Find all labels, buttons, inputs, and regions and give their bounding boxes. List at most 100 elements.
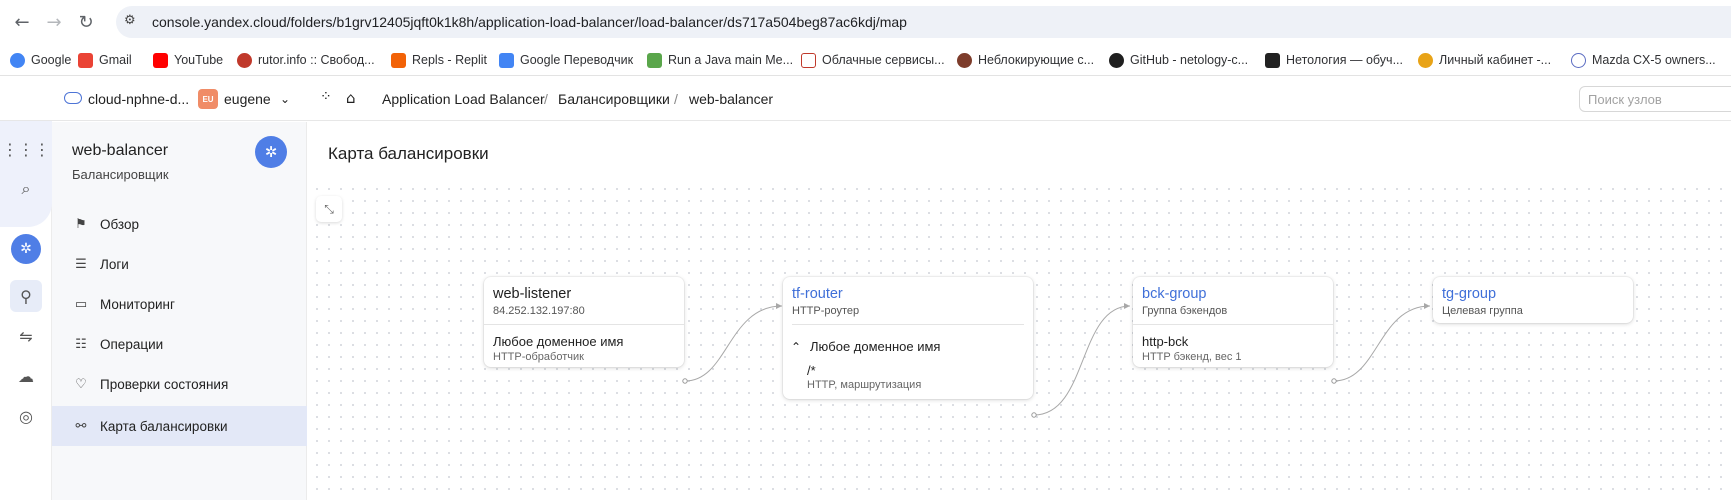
- sidebar-item-healthchecks[interactable]: ♡ Проверки состояния: [52, 366, 307, 402]
- bookmark[interactable]: Личный кабинет -...: [1418, 52, 1551, 68]
- port-dot: [1331, 378, 1337, 384]
- node-search-input[interactable]: [1580, 87, 1731, 111]
- breadcrumb-separator: /: [674, 91, 678, 107]
- arrow-head: [776, 303, 782, 309]
- gmail-icon: [78, 52, 93, 68]
- cloud-icon: [64, 92, 82, 104]
- cloud-group-icon[interactable]: ☁: [10, 360, 42, 392]
- main-content: Карта балансировки ⤡ web-listener 84.252…: [308, 122, 1731, 500]
- routes-icon[interactable]: ⇋: [10, 320, 42, 352]
- node-subtitle: Группа бэкендов: [1142, 305, 1228, 317]
- cloud-services-icon: [801, 52, 816, 68]
- route-path: /*: [807, 363, 816, 378]
- sidebar-item-operations[interactable]: ☷ Операции: [52, 326, 307, 362]
- bookmark[interactable]: Run a Java main Me...: [647, 52, 793, 68]
- sidebar-item-balancing-map[interactable]: ⚯ Карта балансировки: [52, 406, 307, 446]
- breadcrumb-service[interactable]: Application Load Balancer: [382, 91, 545, 107]
- backend-group-link[interactable]: bck-group: [1142, 286, 1206, 302]
- node-subtitle: 84.252.132.197:80: [493, 305, 585, 317]
- logs-icon: ☰: [75, 256, 87, 272]
- flag-icon: ⚑: [75, 216, 87, 232]
- backend-group-node[interactable]: bck-group Группа бэкендов http-bck HTTP …: [1133, 277, 1333, 367]
- topology-icon[interactable]: ⚲: [10, 280, 42, 312]
- router-node[interactable]: tf-router HTTP-роутер ⌃ Любое доменное и…: [783, 277, 1033, 399]
- url-text[interactable]: console.yandex.cloud/folders/b1grv12405j…: [152, 14, 907, 30]
- heartbeat-icon: ♡: [75, 376, 87, 392]
- app-header: cloud-nphne-d... EU eugene ⌄ ⁘ ⌂ Applica…: [0, 77, 1731, 121]
- node-title: web-listener: [493, 286, 572, 302]
- map-icon: ⚯: [75, 418, 87, 434]
- bookmark[interactable]: Repls - Replit: [391, 52, 487, 68]
- backend-title: http-bck: [1142, 334, 1189, 349]
- chevron-up-icon[interactable]: ⌃: [791, 340, 801, 354]
- browser-toolbar: ← → ↻ ⚙ console.yandex.cloud/folders/b1g…: [0, 0, 1731, 44]
- sidebar-item-logs[interactable]: ☰ Логи: [52, 246, 307, 282]
- route-type: HTTP, маршрутизация: [807, 379, 922, 391]
- forward-icon[interactable]: →: [42, 10, 66, 34]
- target-group-link[interactable]: tg-group: [1442, 286, 1496, 302]
- search-icon[interactable]: ⌕: [10, 173, 42, 205]
- nodes-icon[interactable]: ⁘: [320, 89, 332, 105]
- services-grid-icon[interactable]: ⋮⋮⋮: [2, 133, 50, 165]
- router-link[interactable]: tf-router: [792, 286, 843, 302]
- backend-weight: HTTP бэкенд, вес 1: [1142, 351, 1242, 363]
- breadcrumb-current: web-balancer: [689, 91, 774, 107]
- site-info-icon[interactable]: ⚙: [124, 13, 142, 31]
- bookmark[interactable]: YouTube: [153, 52, 223, 68]
- port-dot: [682, 378, 688, 384]
- sidebar-item-monitoring[interactable]: ▭ Мониторинг: [52, 286, 307, 322]
- virtual-host-title[interactable]: Любое доменное имя: [810, 339, 940, 354]
- listener-handler-title: Любое доменное имя: [493, 334, 624, 349]
- alb-service-icon: ✲: [255, 136, 287, 168]
- port-dot: [1031, 412, 1037, 418]
- node-subtitle: HTTP-роутер: [792, 305, 860, 317]
- back-icon[interactable]: ←: [10, 10, 34, 34]
- divider: [792, 324, 1024, 325]
- java-icon: [647, 52, 662, 68]
- translate-icon: [499, 52, 514, 68]
- divider: [1133, 324, 1333, 325]
- sidebar: web-balancer Балансировщик ✲ ⚑ Обзор ☰ Лог…: [52, 122, 307, 500]
- cloud-selector[interactable]: cloud-nphne-d...: [88, 91, 189, 107]
- target-group-node[interactable]: tg-group Целевая группа: [1433, 277, 1633, 323]
- coffee-icon: [957, 52, 972, 68]
- bookmark[interactable]: Нетология — обуч...: [1265, 52, 1403, 68]
- node-subtitle: Целевая группа: [1442, 305, 1523, 317]
- breadcrumb-separator: /: [544, 91, 548, 107]
- edge-listener-router: [684, 305, 783, 382]
- breadcrumb-list[interactable]: Балансировщики: [558, 91, 670, 107]
- monitoring-icon: ▭: [74, 296, 88, 312]
- arrow-head: [1124, 303, 1130, 309]
- left-rail: ⋮⋮⋮ ⌕ ✲ ⚲ ⇋ ☁ ◎: [0, 77, 52, 500]
- alb-icon[interactable]: ✲: [10, 233, 42, 265]
- balancing-map-canvas[interactable]: ⤡ web-listener 84.252.132.197:80 Любое д…: [308, 180, 1731, 500]
- node-search[interactable]: [1579, 86, 1731, 112]
- sidebar-item-overview[interactable]: ⚑ Обзор: [52, 206, 307, 242]
- bookmark[interactable]: Google: [10, 52, 71, 68]
- address-bar[interactable]: ⚙ console.yandex.cloud/folders/b1grv1240…: [116, 6, 1731, 38]
- bookmark[interactable]: Облачные сервисы...: [801, 52, 945, 68]
- bookmark[interactable]: Неблокирующие с...: [957, 52, 1094, 68]
- bookmark[interactable]: Mazda CX-5 owners...: [1571, 52, 1716, 68]
- chevron-down-icon[interactable]: ⌄: [280, 92, 290, 106]
- home-icon[interactable]: ⌂: [346, 89, 356, 107]
- bookmark[interactable]: Gmail: [78, 52, 132, 68]
- google-icon: [10, 52, 25, 68]
- cabinet-icon: [1418, 52, 1433, 68]
- page-title: Карта балансировки: [328, 144, 489, 163]
- youtube-icon: [153, 52, 168, 68]
- target-icon[interactable]: ◎: [10, 400, 42, 432]
- bookmark[interactable]: GitHub - netology-c...: [1109, 52, 1248, 68]
- bookmarks-bar: Google Gmail YouTube rutor.info :: Свобо…: [0, 44, 1731, 76]
- bookmark[interactable]: Google Переводчик: [499, 52, 633, 68]
- bookmark[interactable]: rutor.info :: Свобод...: [237, 52, 375, 68]
- github-icon: [1109, 52, 1124, 68]
- arrow-head: [1424, 303, 1430, 309]
- listener-node[interactable]: web-listener 84.252.132.197:80 Любое дом…: [484, 277, 684, 367]
- edge-backend-target: [1333, 305, 1431, 382]
- reload-icon[interactable]: ↻: [74, 10, 98, 34]
- folder-selector[interactable]: eugene: [224, 91, 271, 107]
- listener-handler-type: HTTP-обработчик: [493, 351, 584, 363]
- divider: [484, 324, 684, 325]
- collapse-icon[interactable]: ⤡: [316, 196, 342, 222]
